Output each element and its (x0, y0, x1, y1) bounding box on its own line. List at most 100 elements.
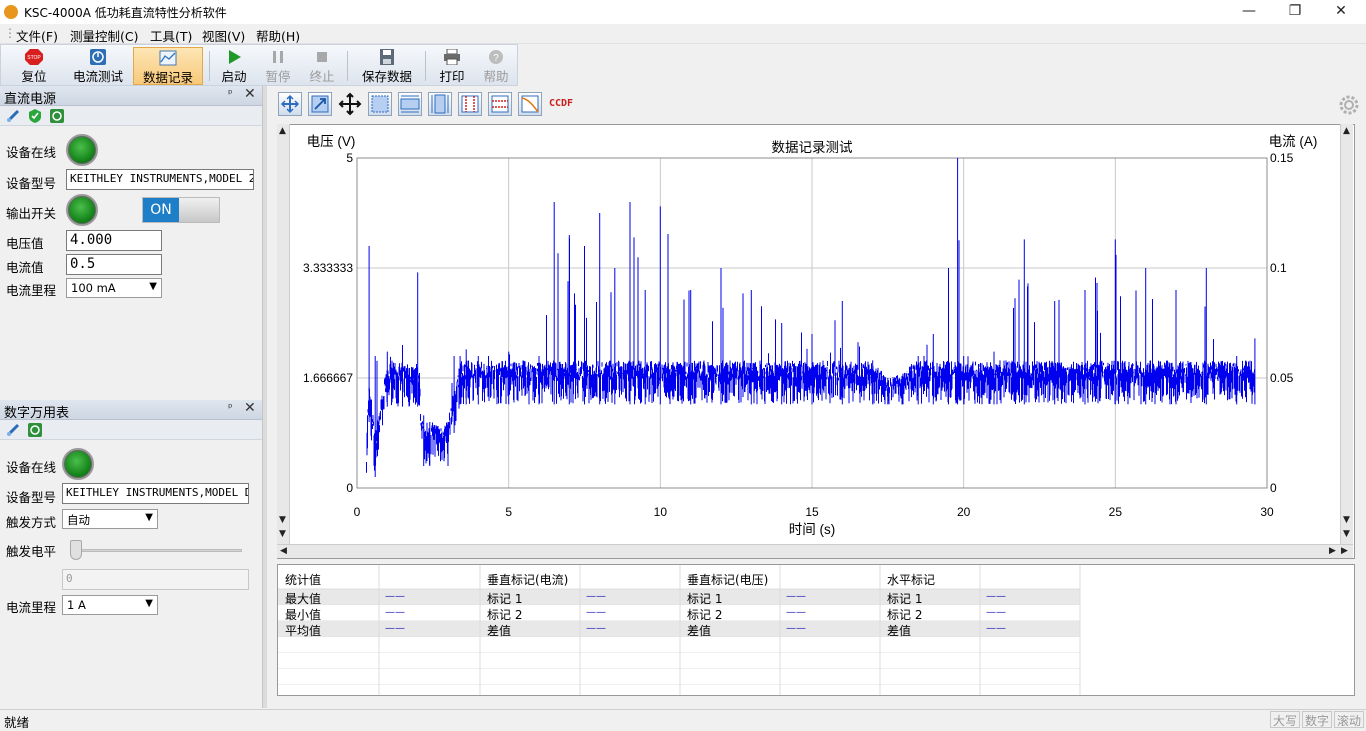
statistics-table: 统计值 垂直标记(电流) 垂直标记(电压) 水平标记 最大值 —— 标记 1 —— 标记 1 ——… (277, 564, 1355, 696)
trigger-level-slider-track[interactable] (70, 549, 242, 552)
data-series-current (366, 158, 1256, 477)
output-toggle[interactable]: ON (142, 197, 220, 223)
refresh-icon[interactable] (28, 423, 42, 437)
help-button[interactable]: ? 帮助 (477, 47, 515, 85)
data-chart[interactable]: 0 5 10 15 20 25 30 0 1.666667 3.333333 5 0 0.05 0.1 0.… (278, 125, 1354, 558)
scroll-up-icon[interactable]: ▲ (279, 126, 286, 136)
scroll-right-icon[interactable]: ▶ (1329, 546, 1336, 556)
zoom-horizontal-icon[interactable] (398, 92, 422, 116)
stop-square-icon (317, 52, 327, 62)
table-cell: —— (385, 591, 405, 602)
dc-model-field[interactable]: KEITHLEY INSTRUMENTS,MODEL 2280S (66, 169, 254, 190)
output-toggle-on: ON (143, 198, 179, 222)
printer-icon (444, 49, 460, 65)
save-icon (380, 49, 394, 65)
scroll-up-icon[interactable]: ▲ (1343, 126, 1350, 136)
dmm-trigger-mode-select[interactable]: 自动 ▼ (62, 509, 158, 529)
dc-online-indicator (66, 134, 98, 166)
dmm-trigger-level-label: 触发电平 (6, 544, 57, 559)
scroll-down-icon[interactable]: ▼ (1343, 515, 1350, 525)
refresh-icon[interactable] (50, 109, 64, 123)
panel-close-icon[interactable]: ✕ (244, 400, 256, 416)
right-vertical-scrollbar[interactable]: ▲ ▼ ▼ (1340, 124, 1353, 544)
scroll-down-icon[interactable]: ▼ (1343, 529, 1350, 539)
table-cell: 差值 (687, 624, 712, 638)
dmm-range-select[interactable]: 1 A ▼ (62, 595, 158, 615)
app-icon (4, 5, 18, 19)
table-cell: 标记 2 (487, 608, 523, 622)
menu-grip-icon: ⋮ (4, 26, 16, 40)
horizontal-scrollbar[interactable]: ◀ ▶ ▶ (277, 544, 1353, 558)
table-cell: 标记 1 (487, 592, 523, 606)
svg-text:STOP: STOP (27, 55, 41, 61)
trigger-level-slider-thumb[interactable] (70, 540, 82, 560)
chevron-down-icon: ▼ (149, 281, 157, 292)
connect-icon[interactable] (6, 109, 20, 123)
dc-current-input[interactable]: 0.5 (66, 254, 162, 275)
close-button[interactable]: ✕ (1318, 0, 1364, 24)
panel-close-icon[interactable]: ✕ (244, 86, 256, 102)
vertical-marker-icon[interactable] (458, 92, 482, 116)
toolbar-separator (209, 51, 210, 81)
table-cell: —— (986, 591, 1006, 602)
data-record-button[interactable]: 数据记录 (133, 47, 203, 85)
menu-file[interactable]: 文件(F) (16, 26, 58, 45)
zoom-vertical-icon[interactable] (428, 92, 452, 116)
start-button[interactable]: 启动 (215, 47, 253, 85)
toolbar-separator (347, 51, 348, 81)
table-cell: 标记 1 (887, 592, 923, 606)
dc-range-select[interactable]: 100 mA ▼ (66, 278, 162, 298)
settings-gear-icon[interactable] (1338, 94, 1360, 116)
zoom-fit-icon[interactable] (278, 92, 302, 116)
menu-view[interactable]: 视图(V) (202, 26, 245, 45)
table-cell: —— (586, 607, 606, 618)
dc-range-value: 100 mA (71, 281, 116, 295)
print-button[interactable]: 打印 (433, 47, 471, 85)
dmm-panel-header: 数字万用表 ᵖ ✕ (0, 400, 262, 421)
x-tick-label: 30 (1260, 505, 1274, 519)
scroll-left-icon[interactable]: ◀ (280, 546, 287, 556)
y-right-axis-label: 电流 (A) (1269, 134, 1318, 149)
trigger-level-value-field[interactable]: 0 (62, 569, 249, 590)
y-left-tick-label: 3.333333 (303, 261, 353, 275)
scroll-right-icon[interactable]: ▶ (1341, 546, 1348, 556)
dc-output-indicator (66, 194, 98, 226)
panel-splitter[interactable] (262, 86, 267, 708)
menu-measure-control[interactable]: 测量控制(C) (70, 26, 138, 45)
dc-voltage-input[interactable]: 4.000 (66, 230, 162, 251)
menu-tools[interactable]: 工具(T) (150, 26, 192, 45)
horizontal-marker-icon[interactable] (488, 92, 512, 116)
terminate-button[interactable]: 终止 (303, 47, 341, 85)
pause-button[interactable]: 暂停 (259, 47, 297, 85)
dmm-panel-tools (0, 420, 262, 440)
dmm-online-indicator (62, 448, 94, 480)
pin-icon[interactable]: ᵖ (228, 87, 233, 100)
pan-icon[interactable] (338, 92, 362, 116)
x-tick-label: 25 (1109, 505, 1123, 519)
menu-help[interactable]: 帮助(H) (256, 26, 300, 45)
table-row-background (278, 685, 1080, 695)
dmm-model-field[interactable]: KEITHLEY INSTRUMENTS,MODEL DMM7510 (62, 483, 249, 504)
dc-power-panel-tools (0, 106, 262, 126)
left-vertical-scrollbar[interactable]: ▲ ▼ ▼ (277, 124, 290, 544)
table-cell: 差值 (887, 624, 912, 638)
curve-fit-icon[interactable] (518, 92, 542, 116)
save-data-button[interactable]: 保存数据 (357, 47, 417, 85)
ccdf-button[interactable]: CCDF (549, 98, 573, 109)
stop-icon: STOP (25, 49, 43, 65)
check-icon[interactable] (28, 109, 42, 123)
table-cell: 差值 (487, 624, 512, 638)
maximize-button[interactable]: ❐ (1272, 0, 1318, 24)
chevron-down-icon: ▼ (145, 598, 153, 609)
current-test-button[interactable]: 电流测试 (65, 47, 131, 85)
pin-icon[interactable]: ᵖ (228, 401, 233, 414)
zoom-box-icon[interactable] (368, 92, 392, 116)
scroll-down-icon[interactable]: ▼ (279, 529, 286, 539)
dc-output-label: 输出开关 (6, 206, 57, 221)
y-right-tick-label: 0.05 (1270, 371, 1294, 385)
scroll-down-icon[interactable]: ▼ (279, 515, 286, 525)
reset-button[interactable]: STOP 复位 (13, 47, 55, 85)
minimize-button[interactable]: — (1226, 0, 1272, 24)
connect-icon[interactable] (6, 423, 20, 437)
zoom-in-icon[interactable] (308, 92, 332, 116)
